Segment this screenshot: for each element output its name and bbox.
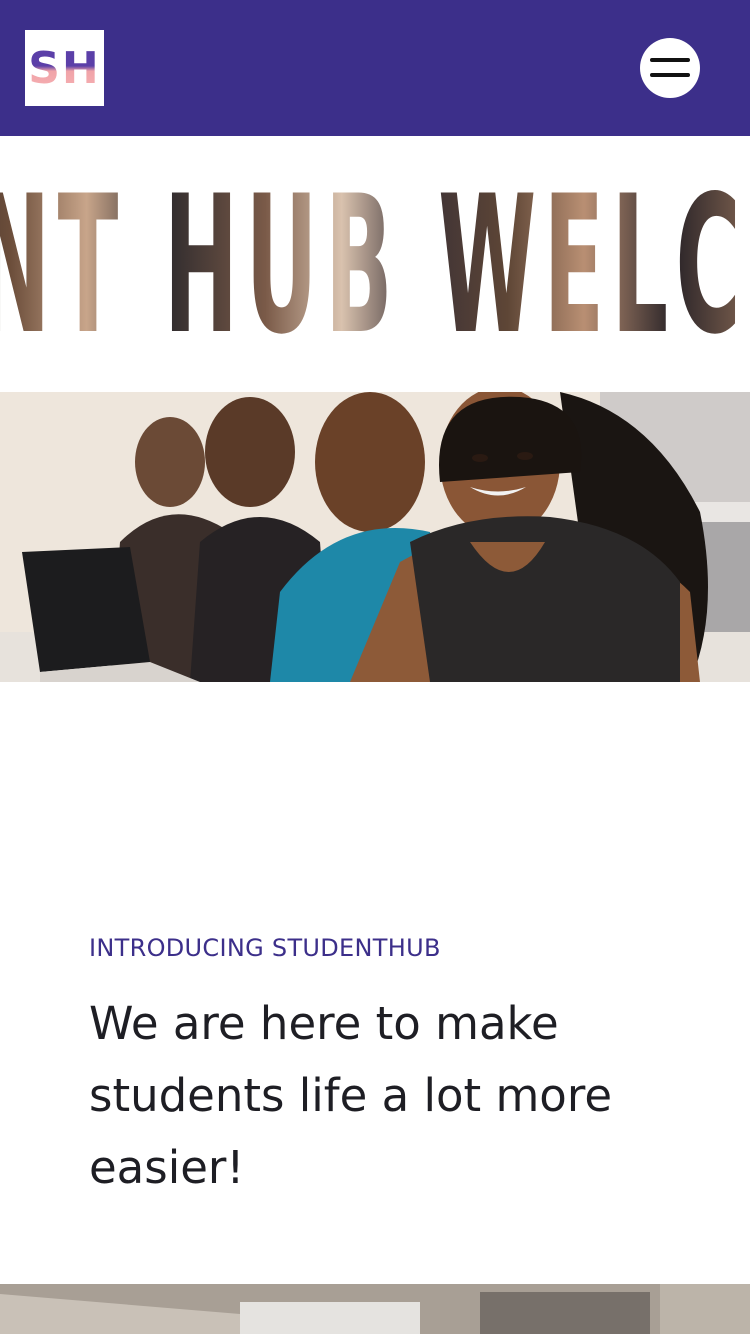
intro-eyebrow: INTRODUCING STUDENTHUB: [89, 934, 441, 962]
logo-text: SH: [28, 42, 101, 94]
hamburger-menu-icon-bar: [650, 73, 690, 77]
menu-button[interactable]: [640, 38, 700, 98]
hamburger-menu-icon: [650, 58, 690, 62]
bottom-image: [0, 1284, 750, 1334]
marquee-text: ENT HUB WELCOME TO: [0, 171, 750, 361]
welcome-marquee: ENT HUB WELCOME TO: [0, 136, 750, 392]
intro-heading: We are here to make students life a lot …: [89, 997, 613, 1194]
hero-image: [0, 392, 750, 682]
site-logo[interactable]: SH: [25, 30, 104, 106]
page: SH ENT HUB WELCOME TO: [0, 0, 750, 1334]
classroom-photo-illustration: [0, 1284, 750, 1334]
site-header: SH: [0, 0, 750, 136]
students-photo-illustration: [0, 392, 750, 682]
